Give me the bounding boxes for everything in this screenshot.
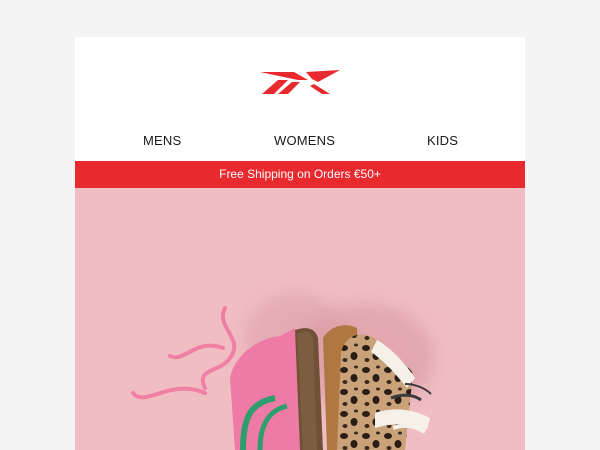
nav-link-womens[interactable]: WOMENS bbox=[274, 133, 335, 148]
nav-link-kids[interactable]: KIDS bbox=[427, 133, 458, 148]
main-nav: MENS WOMENS KIDS bbox=[75, 129, 525, 153]
hero-image[interactable] bbox=[75, 188, 525, 450]
header bbox=[75, 37, 525, 127]
email-container: MENS WOMENS KIDS Free Shipping on Orders… bbox=[75, 37, 525, 450]
free-shipping-banner[interactable]: Free Shipping on Orders €50+ bbox=[75, 161, 525, 188]
sneakers-hero-icon bbox=[131, 293, 435, 450]
nav-link-mens[interactable]: MENS bbox=[143, 133, 181, 148]
reebok-logo-icon[interactable] bbox=[260, 70, 340, 96]
